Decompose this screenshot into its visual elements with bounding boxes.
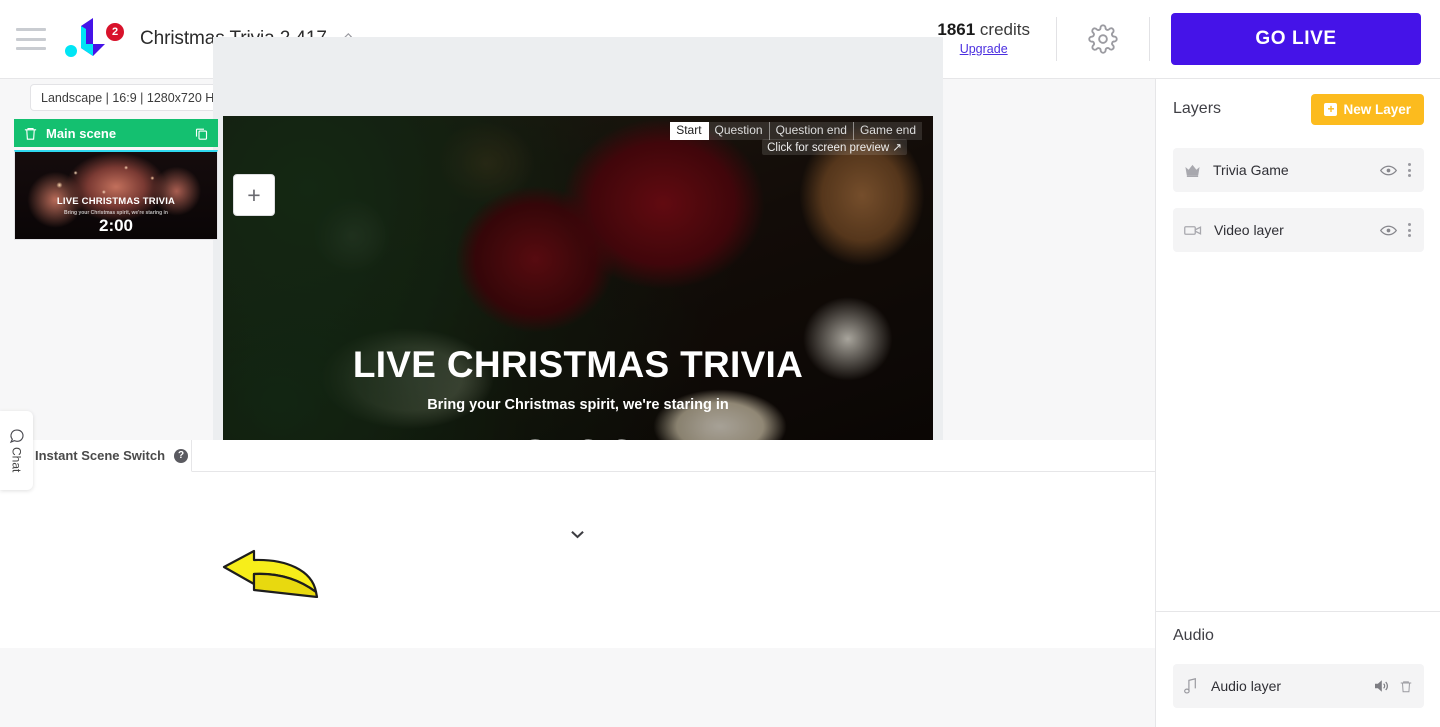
credits-box: 1861 credits Upgrade	[927, 20, 1056, 58]
chat-tab-label: Chat	[9, 447, 24, 473]
plus-icon: +	[1324, 102, 1338, 116]
audio-row-audio-layer[interactable]: Audio layer	[1173, 664, 1424, 708]
layer-name-label: Video layer	[1214, 222, 1284, 238]
credits-line: 1861 credits	[937, 20, 1030, 40]
trash-icon[interactable]	[23, 126, 38, 141]
layers-panel-title: Layers	[1173, 100, 1222, 117]
more-vertical-icon[interactable]	[1406, 221, 1413, 239]
scene-thumbnail[interactable]: LIVE CHRISTMAS TRIVIA Bring your Christm…	[14, 150, 218, 240]
add-scene-button[interactable]: +	[233, 174, 275, 216]
audio-panel-title: Audio	[1173, 627, 1214, 644]
hamburger-icon[interactable]	[16, 28, 46, 50]
scenes-tab-underline	[192, 471, 1155, 472]
credits-value: 1861	[937, 20, 976, 40]
overlay-subtitle: Bring your Christmas spirit, we're stari…	[427, 397, 729, 413]
header-divider-right	[1149, 17, 1150, 61]
trash-icon[interactable]	[1399, 679, 1413, 694]
copy-icon[interactable]	[194, 126, 209, 141]
preview-tab-strip: Start Question Question end Game end	[670, 122, 922, 140]
overlay-title: LIVE CHRISTMAS TRIVIA	[352, 344, 804, 385]
new-layer-button[interactable]: + New Layer	[1311, 93, 1424, 125]
go-live-button[interactable]: GO LIVE	[1171, 13, 1421, 65]
scene-name-label: Main scene	[46, 125, 117, 141]
eye-icon[interactable]	[1380, 164, 1397, 177]
chevron-down-icon	[571, 530, 584, 539]
chat-tab[interactable]: Chat	[0, 411, 33, 490]
crown-icon	[1184, 163, 1201, 178]
layers-panel-header: Layers + New Layer	[1156, 79, 1440, 139]
right-panel: Layers + New Layer Trivia Game Video lay…	[1155, 79, 1440, 727]
gear-icon[interactable]	[1057, 0, 1149, 78]
video-camera-icon	[1184, 224, 1202, 237]
preview-tab-start[interactable]: Start	[670, 122, 709, 140]
instant-scene-switch-label: Instant Scene Switch	[35, 448, 166, 463]
scene-thumbnail-title: LIVE CHRISTMAS TRIVIA	[56, 196, 176, 207]
chat-bubble-icon	[9, 429, 24, 444]
music-note-icon	[1184, 678, 1197, 694]
notification-badge[interactable]: 2	[106, 23, 124, 41]
preview-tab-question-end[interactable]: Question end	[769, 122, 854, 140]
layer-row-video-layer[interactable]: Video layer	[1173, 208, 1424, 252]
canvas-collapse-button[interactable]	[559, 521, 596, 548]
resolution-select-value: Landscape | 16:9 | 1280x720 HD	[41, 90, 224, 105]
scene-header-main[interactable]: Main scene	[14, 119, 218, 147]
layer-actions	[1380, 161, 1413, 179]
question-mark-icon[interactable]: ?	[174, 448, 189, 463]
preview-tab-question[interactable]: Question	[708, 122, 770, 140]
eye-icon[interactable]	[1380, 224, 1397, 237]
layer-name-label: Trivia Game	[1213, 162, 1289, 178]
screen-preview-hint[interactable]: Click for screen preview ↗	[762, 139, 907, 155]
app-logo-icon[interactable]: 2	[64, 16, 126, 62]
layer-row-trivia-game[interactable]: Trivia Game	[1173, 148, 1424, 192]
layer-actions	[1380, 221, 1413, 239]
more-vertical-icon[interactable]	[1406, 161, 1413, 179]
audio-actions	[1374, 679, 1413, 694]
audio-name-label: Audio layer	[1211, 678, 1282, 694]
upgrade-link[interactable]: Upgrade	[960, 42, 1008, 56]
header-right-group: 1861 credits Upgrade GO LIVE	[927, 0, 1440, 78]
scene-thumbnail-timer: 2:00	[98, 216, 134, 235]
audio-section-divider	[1156, 611, 1440, 612]
speaker-icon[interactable]	[1374, 679, 1390, 693]
new-layer-label: New Layer	[1343, 101, 1411, 117]
app-root: 2 Christmas Trivia 2 417 1861 credits Up…	[0, 0, 1440, 727]
credits-label: credits	[979, 20, 1030, 40]
preview-tab-game-end[interactable]: Game end	[853, 122, 922, 140]
